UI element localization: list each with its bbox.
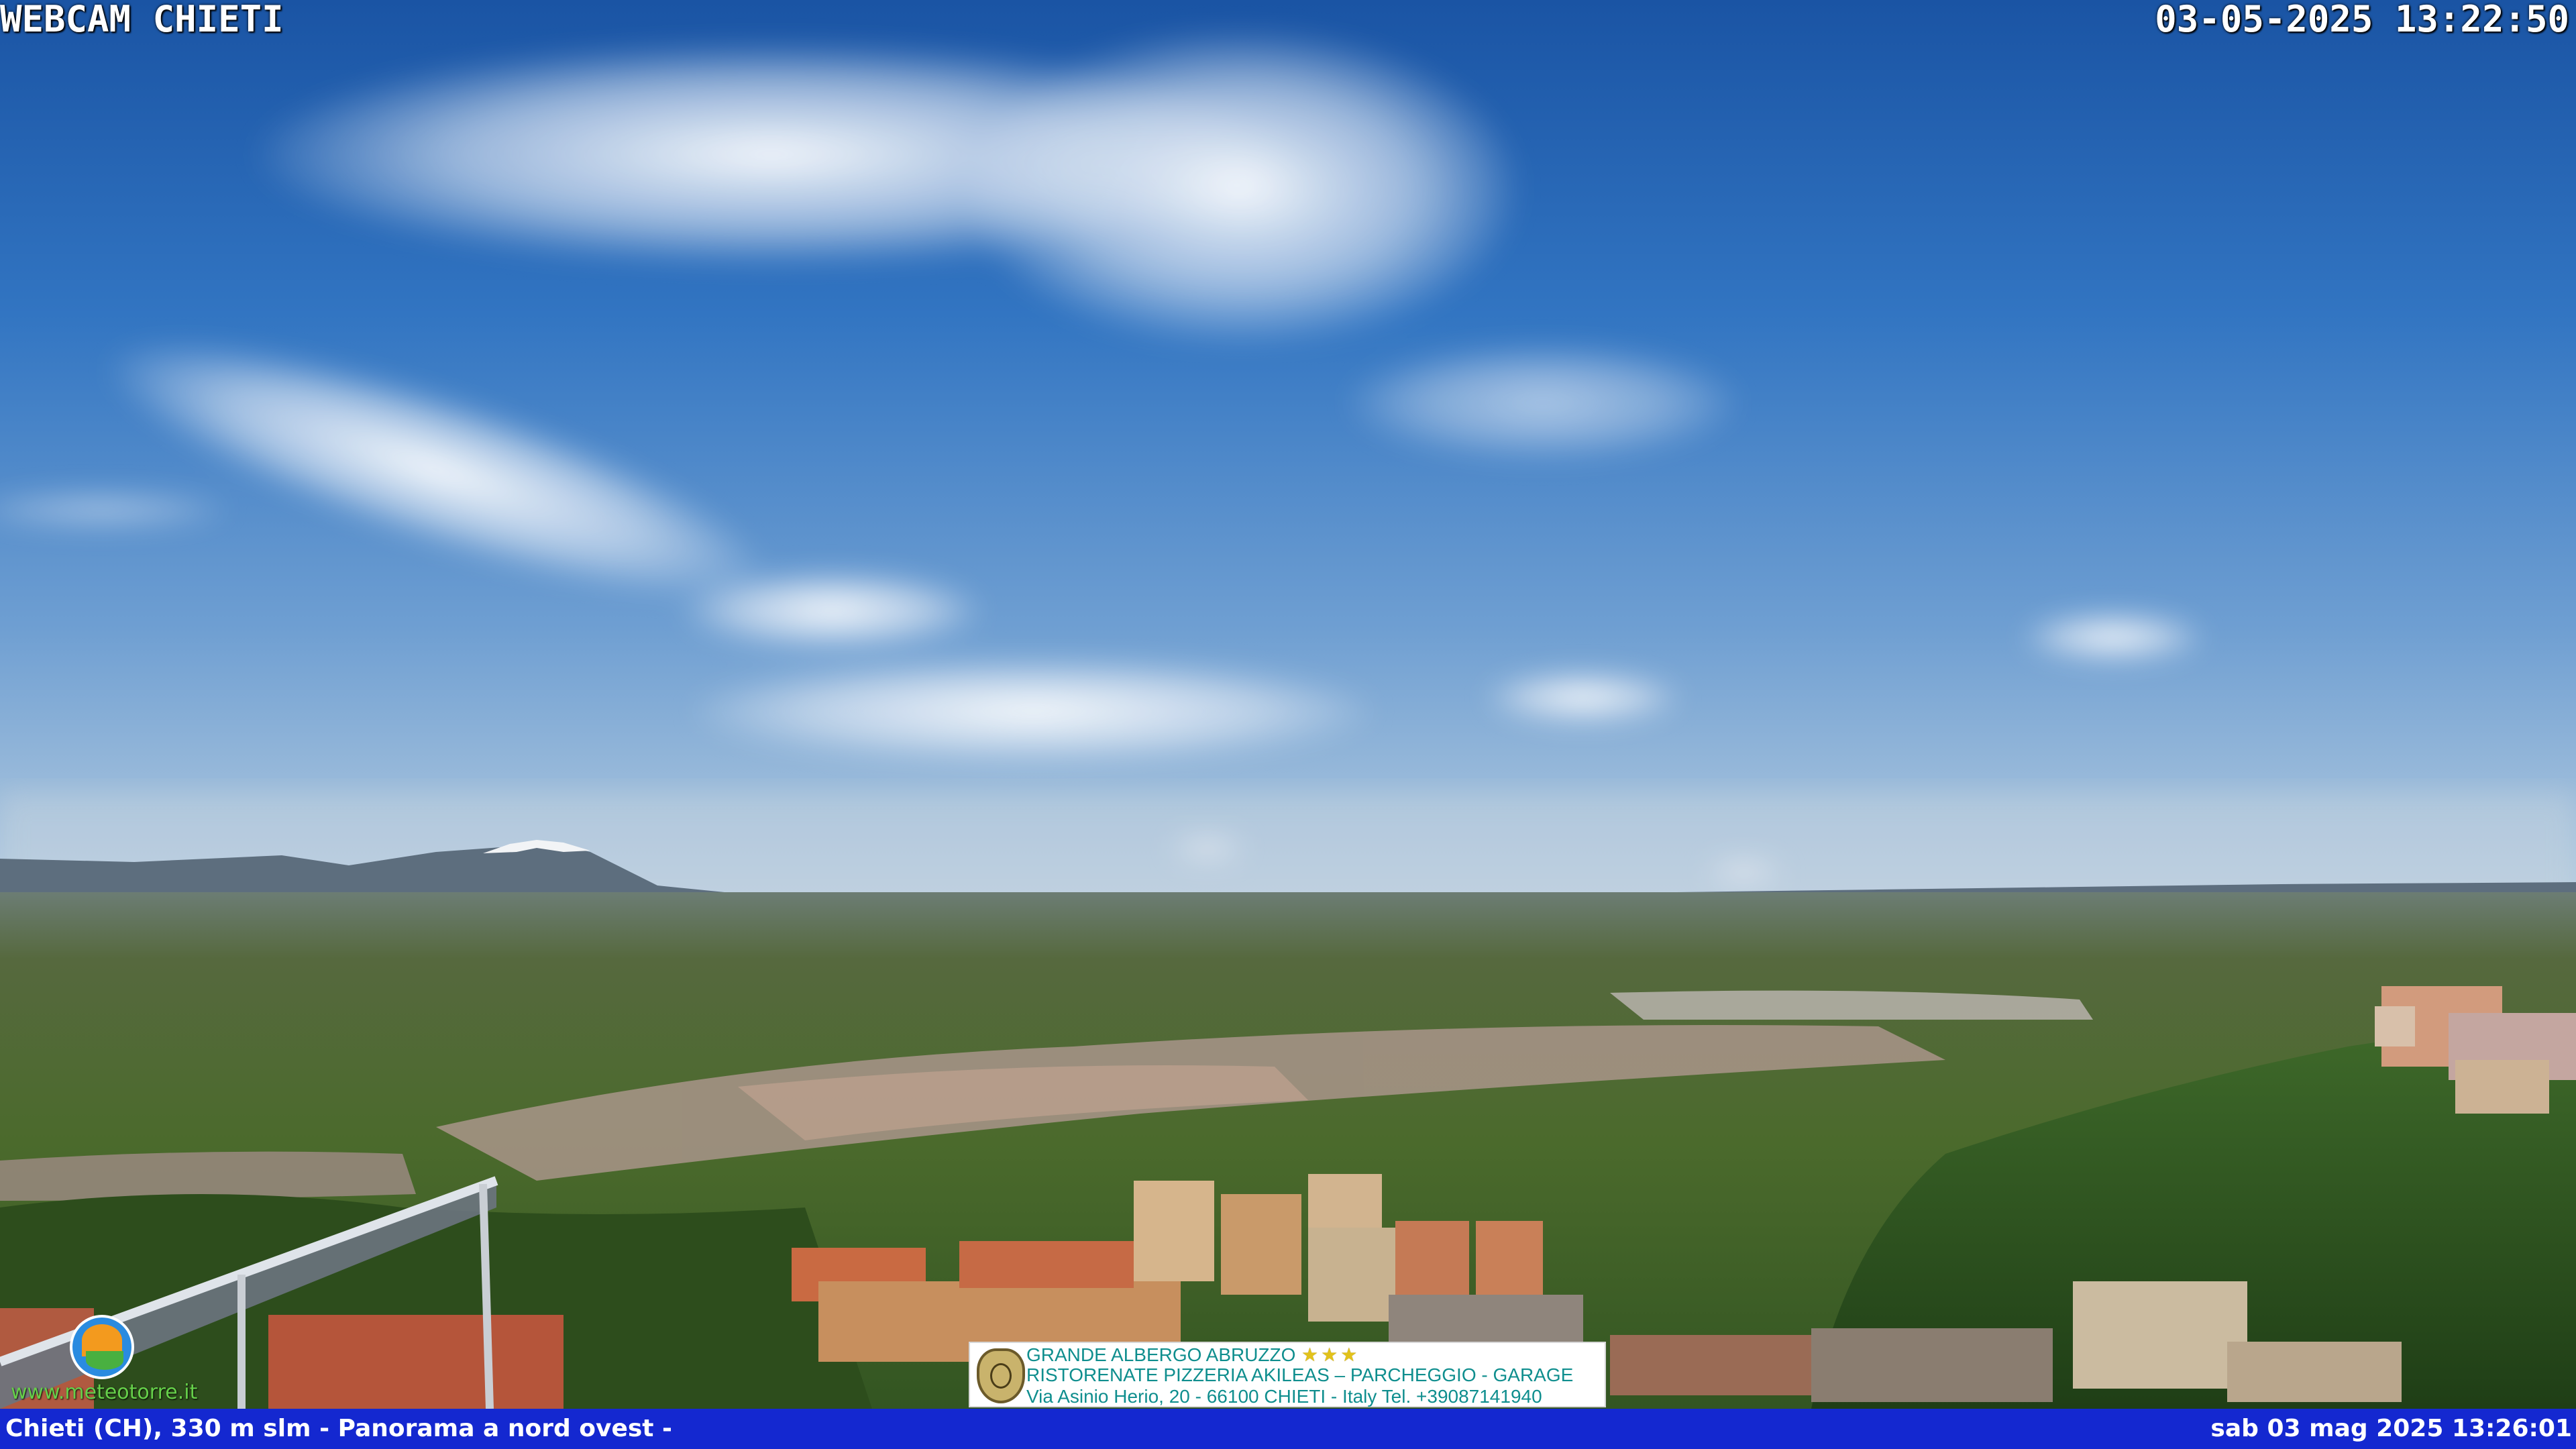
location-caption: Chieti (CH), 330 m slm - Panorama a nord… — [5, 1415, 672, 1442]
info-bar: Chieti (CH), 330 m slm - Panorama a nord… — [0, 1409, 2576, 1449]
advert-services: RISTORENATE PIZZERIA AKILEAS – PARCHEGGI… — [1026, 1364, 1574, 1385]
camera-title: WEBCAM CHIETI — [0, 0, 284, 40]
webcam-frame: WEBCAM CHIETI 03-05-2025 13:22:50 www.me… — [0, 0, 2576, 1449]
hotel-crest-icon — [977, 1348, 1025, 1403]
sun-leaf-logo-icon — [70, 1315, 134, 1379]
panorama-scene — [0, 0, 2576, 1449]
camera-timestamp: 03-05-2025 13:22:50 — [2155, 0, 2569, 40]
advert-banner: GRANDE ALBERGO ABRUZZO ★★★ RISTORENATE P… — [969, 1342, 1606, 1407]
caption-datetime: sab 03 mag 2025 13:26:01 — [2210, 1415, 2572, 1442]
watermark-url[interactable]: www.meteotorre.it — [11, 1381, 197, 1404]
advert-address: Via Asinio Herio, 20 - 66100 CHIETI - It… — [1026, 1386, 1542, 1407]
advert-hotel-name: GRANDE ALBERGO ABRUZZO — [1026, 1344, 1296, 1365]
star-rating-icon: ★★★ — [1301, 1344, 1360, 1366]
